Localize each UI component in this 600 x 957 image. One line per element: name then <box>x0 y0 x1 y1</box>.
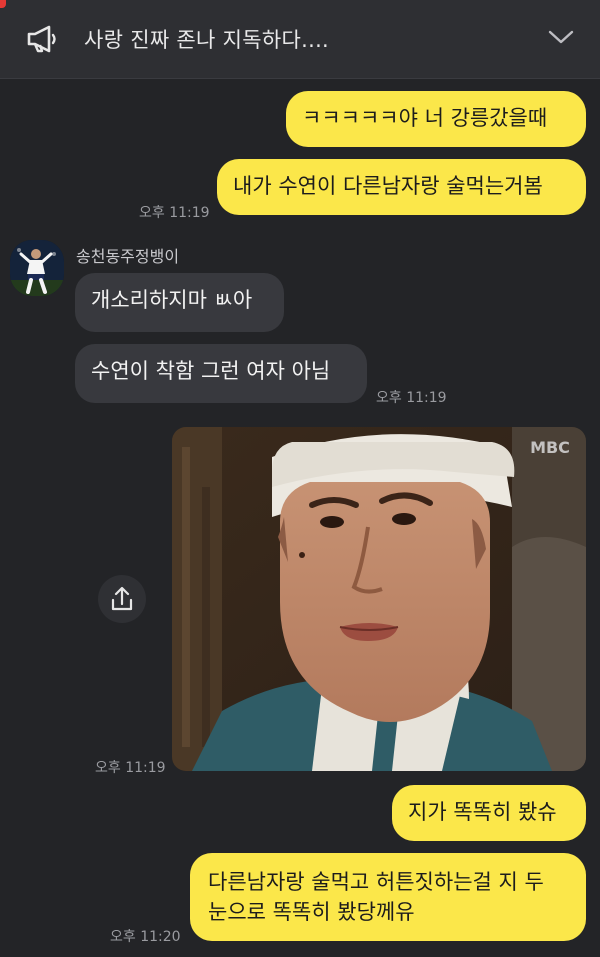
unread-dot <box>0 0 6 8</box>
message-text: 내가 수연이 다른남자랑 술먹는거봄 <box>233 174 543 198</box>
message-text: 개소리하지마 ㅄ아 <box>91 288 253 312</box>
my-message-bubble[interactable]: 다른남자랑 술먹고 허튼짓하는걸 지 두 눈으로 똑똑히 봤당께유 <box>190 853 586 941</box>
share-icon <box>111 586 133 611</box>
mbc-watermark: MBC <box>530 438 570 457</box>
message-time: 오후 11:20 <box>110 929 181 945</box>
message-text: ㅋㅋㅋㅋㅋ야 너 강릉갔을때 <box>302 106 548 130</box>
message-time: 오후 11:19 <box>139 205 210 221</box>
drama-still-image: MBC <box>172 427 586 771</box>
chevron-down-icon[interactable] <box>548 28 574 46</box>
my-message-bubble[interactable]: 지가 똑똑히 봤슈 <box>392 785 586 841</box>
avatar[interactable] <box>10 240 64 296</box>
message-text-line: 눈으로 똑똑히 봤당께유 <box>208 900 415 924</box>
player-avatar-image <box>10 240 64 296</box>
notice-text: 사랑 진짜 존나 지독하다.... <box>84 28 330 52</box>
sender-name: 송천동주정뱅이 <box>76 247 180 266</box>
megaphone-icon <box>27 25 56 53</box>
message-text: 수연이 착함 그런 여자 아님 <box>91 359 331 383</box>
message-time: 오후 11:19 <box>95 760 166 776</box>
image-message[interactable]: MBC <box>172 427 586 771</box>
message-text: 지가 똑똑히 봤슈 <box>408 800 557 824</box>
received-message-bubble[interactable]: 수연이 착함 그런 여자 아님 <box>75 344 367 403</box>
received-message-bubble[interactable]: 개소리하지마 ㅄ아 <box>75 273 284 332</box>
message-text-line: 다른남자랑 술먹고 허튼짓하는걸 지 두 <box>208 870 544 894</box>
my-message-bubble[interactable]: 내가 수연이 다른남자랑 술먹는거봄 <box>217 159 586 215</box>
message-time: 오후 11:19 <box>376 390 447 406</box>
my-message-bubble[interactable]: ㅋㅋㅋㅋㅋ야 너 강릉갔을때 <box>286 91 586 147</box>
notice-bar[interactable]: 사랑 진짜 존나 지독하다.... <box>0 0 600 79</box>
share-button[interactable] <box>98 575 146 623</box>
